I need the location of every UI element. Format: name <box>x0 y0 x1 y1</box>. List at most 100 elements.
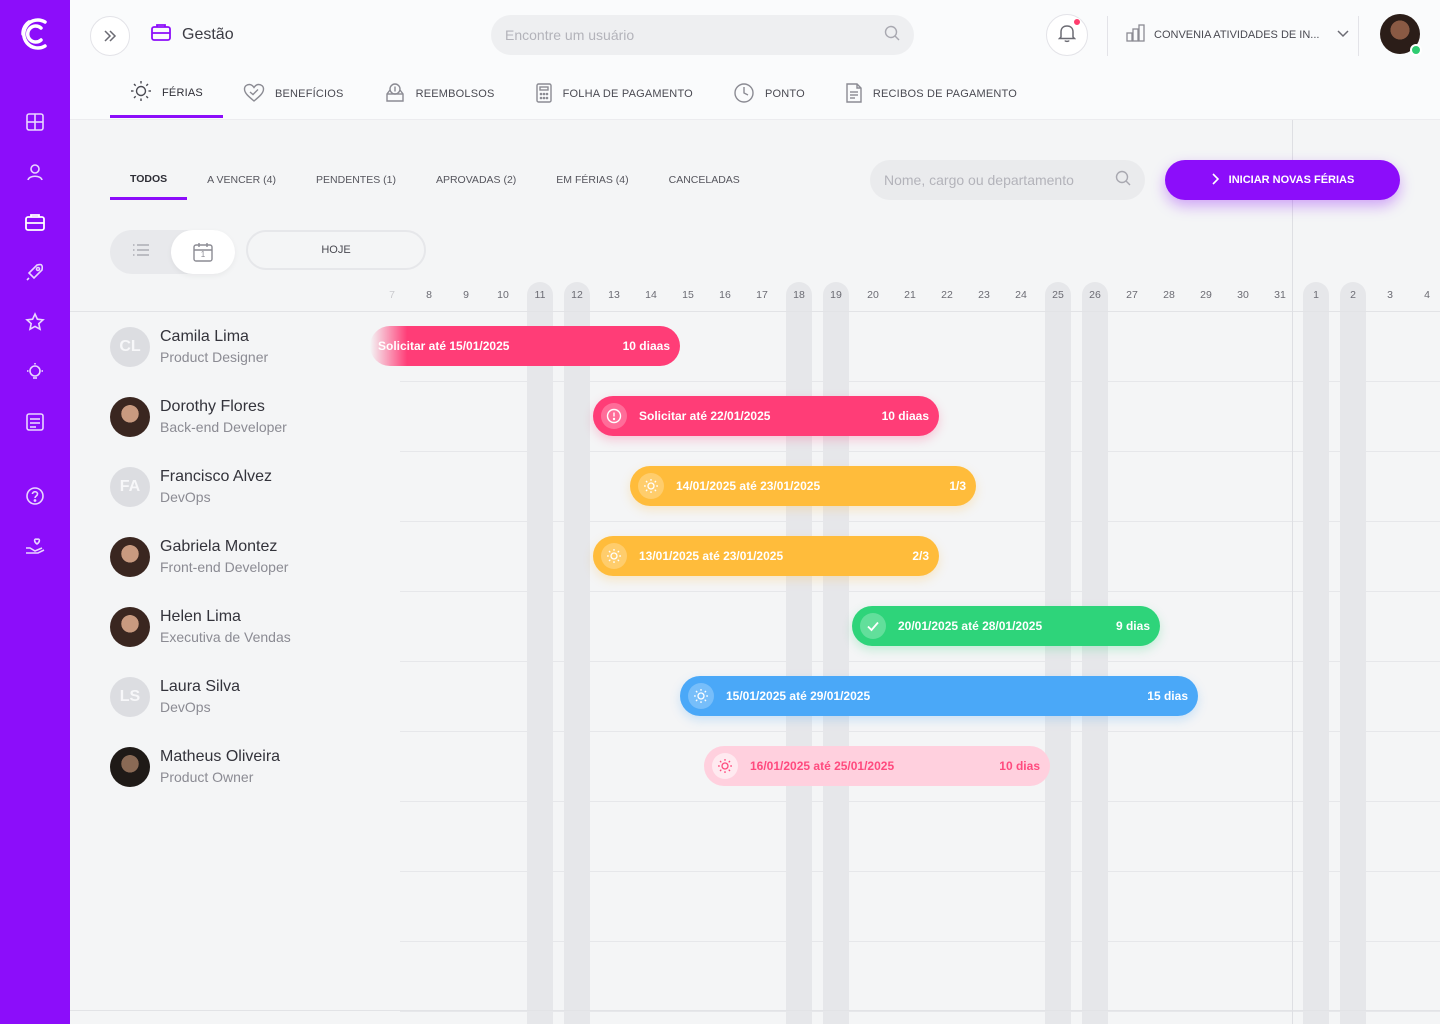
building-icon <box>1126 24 1146 45</box>
employee-row[interactable]: LS Laura Silva DevOps <box>110 676 360 718</box>
sun-icon <box>688 683 714 709</box>
sun-icon <box>130 80 152 105</box>
check-icon <box>860 613 886 639</box>
vacation-period: 15/01/2025 até 29/01/2025 <box>726 689 871 703</box>
report-icon[interactable] <box>23 410 47 434</box>
tab-ponto[interactable]: PONTO <box>713 70 825 118</box>
employee-name: Helen Lima <box>160 608 241 625</box>
sun-icon <box>601 543 627 569</box>
weekend-column <box>786 282 812 1024</box>
day-label: 31 <box>1274 289 1286 301</box>
tab-folha-de-pagamento[interactable]: FOLHA DE PAGAMENTO <box>515 70 713 118</box>
heart-icon <box>243 83 265 106</box>
weekend-column <box>1082 282 1108 1024</box>
briefcase-icon[interactable] <box>23 210 47 234</box>
filter-tab-todos[interactable]: TODOS <box>110 160 188 200</box>
help-icon[interactable] <box>23 484 47 508</box>
day-label: 18 <box>793 289 805 301</box>
avatar: LS <box>110 677 150 717</box>
search-icon[interactable] <box>1115 170 1131 191</box>
vacation-period: 20/01/2025 até 28/01/2025 <box>898 619 1043 633</box>
calendar-icon: 1 <box>192 241 214 263</box>
tab-reembolsos[interactable]: REEMBOLSOS <box>364 70 515 118</box>
start-vacation-button[interactable]: INICIAR NOVAS FÉRIAS <box>1165 160 1400 200</box>
employee-search <box>870 160 1145 200</box>
receipt-icon <box>845 82 863 107</box>
vacation-bar[interactable]: 20/01/2025 até 28/01/2025 9 dias <box>852 606 1160 646</box>
employee-row[interactable]: Matheus Oliveira Product Owner <box>110 746 360 788</box>
filter-tab-em-ferias[interactable]: EM FÉRIAS (4) <box>536 160 648 200</box>
employee-row[interactable]: FA Francisco Alvez DevOps <box>110 466 360 508</box>
day-label: 8 <box>426 289 432 301</box>
day-label: 7 <box>389 289 395 301</box>
clock-icon <box>733 82 755 107</box>
dashboard-icon[interactable] <box>23 110 47 134</box>
notifications-button[interactable] <box>1046 14 1088 56</box>
bell-icon <box>1057 23 1077 48</box>
today-button[interactable]: HOJE <box>246 230 426 270</box>
employee-search-input[interactable] <box>884 172 1115 188</box>
day-label: 24 <box>1015 289 1027 301</box>
filter-tab-pendentes[interactable]: PENDENTES (1) <box>296 160 416 200</box>
vacation-bar[interactable]: 13/01/2025 até 23/01/2025 2/3 <box>593 536 939 576</box>
employee-row[interactable]: Helen Lima Executiva de Vendas <box>110 606 360 648</box>
vacation-days-count: 15 dias <box>1147 689 1188 703</box>
tab-ferias[interactable]: FÉRIAS <box>110 70 223 118</box>
vacation-bar[interactable]: Solicitar até 22/01/2025 10 diaas <box>593 396 939 436</box>
tab-label: PONTO <box>764 88 805 100</box>
employee-row[interactable]: Gabriela Montez Front-end Developer <box>110 536 360 578</box>
vacation-bar[interactable]: Solicitar até 15/01/2025 10 diaas <box>370 326 680 366</box>
employee-row[interactable]: Dorothy Flores Back-end Developer <box>110 396 360 438</box>
filter-tab-aprovadas[interactable]: APROVADAS (2) <box>416 160 536 200</box>
employee-role: Executiva de Vendas <box>160 629 291 645</box>
filter-tab-canceladas[interactable]: CANCELADAS <box>649 160 760 200</box>
day-label: 10 <box>497 289 509 301</box>
user-icon[interactable] <box>23 160 47 184</box>
main-tabs: FÉRIAS BENEFÍCIOS REEMBOLSOS FOLHA DE PA… <box>110 70 1037 120</box>
vacation-bar[interactable]: 15/01/2025 até 29/01/2025 15 dias <box>680 676 1198 716</box>
user-avatar[interactable] <box>1380 14 1422 56</box>
employee-name: Camila Lima <box>160 328 249 345</box>
calculator-icon <box>535 82 553 107</box>
search-icon[interactable] <box>884 25 900 46</box>
filter-tab-a-vencer[interactable]: A VENCER (4) <box>187 160 296 200</box>
day-label: 22 <box>941 289 953 301</box>
vacation-days-count: 2/3 <box>912 549 929 563</box>
row-divider <box>400 801 1440 802</box>
expand-sidebar-button[interactable] <box>90 16 130 56</box>
company-selector[interactable]: CONVENIA ATIVIDADES DE IN... <box>1126 24 1349 45</box>
calendar-view-button[interactable]: 1 <box>171 230 235 274</box>
divider <box>1358 16 1359 56</box>
user-search <box>491 15 914 55</box>
day-label: 21 <box>904 289 916 301</box>
hand-heart-icon[interactable] <box>23 534 47 558</box>
employee-name: Dorothy Flores <box>160 398 265 415</box>
vacation-bar[interactable]: 14/01/2025 até 23/01/2025 1/3 <box>630 466 976 506</box>
lightbulb-icon[interactable] <box>23 360 47 384</box>
weekend-column <box>564 282 590 1024</box>
employee-role: Front-end Developer <box>160 559 289 575</box>
user-search-input[interactable] <box>505 27 884 43</box>
page-title: Gestão <box>182 25 234 43</box>
day-label: 12 <box>571 289 583 301</box>
notification-badge <box>1073 18 1081 26</box>
weekend-column <box>1303 282 1329 1024</box>
employee-row[interactable]: CL Camila Lima Product Designer <box>110 326 360 368</box>
convenia-logo[interactable] <box>17 14 53 54</box>
vacation-period: 14/01/2025 até 23/01/2025 <box>676 479 821 493</box>
row-divider <box>400 731 1440 732</box>
vacation-days-count: 1/3 <box>949 479 966 493</box>
weekend-column <box>823 282 849 1024</box>
start-vacation-label: INICIAR NOVAS FÉRIAS <box>1228 174 1355 186</box>
tab-recibos-de-pagamento[interactable]: RECIBOS DE PAGAMENTO <box>825 70 1037 118</box>
vacation-bar[interactable]: 16/01/2025 até 25/01/2025 10 dias <box>704 746 1050 786</box>
star-icon[interactable] <box>23 310 47 334</box>
avatar <box>110 397 150 437</box>
rocket-icon[interactable] <box>23 260 47 284</box>
alert-icon <box>601 403 627 429</box>
row-divider <box>400 521 1440 522</box>
tab-beneficios[interactable]: BENEFÍCIOS <box>223 70 364 118</box>
sidebar <box>0 0 70 1024</box>
day-label: 25 <box>1052 289 1064 301</box>
list-view-button[interactable] <box>110 230 172 274</box>
